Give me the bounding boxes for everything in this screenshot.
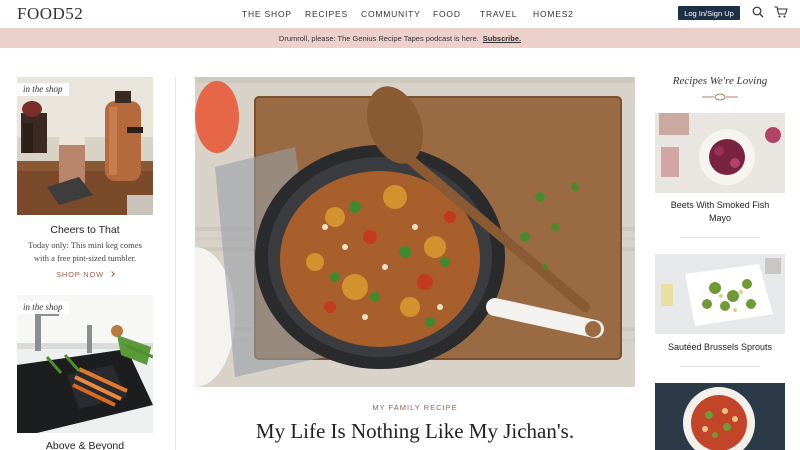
search-icon[interactable] xyxy=(752,6,764,18)
login-signup-button[interactable]: Log In/Sign Up xyxy=(678,6,740,20)
nav-food[interactable]: FOOD xyxy=(433,9,461,19)
column-divider xyxy=(175,77,176,450)
banner-text: Drumroll, please: The Genius Recipe Tape… xyxy=(278,33,479,43)
keg-photo xyxy=(17,77,153,215)
skillet-food-photo xyxy=(195,77,635,387)
recipe-thumbnail[interactable] xyxy=(655,113,785,193)
recipe-caption-line1[interactable]: Sautéed Brussels Sprouts xyxy=(655,341,785,354)
shop-card[interactable]: in the shop Above & Beyond xyxy=(17,295,153,450)
recipe-caption-line2[interactable]: Mayo xyxy=(655,212,785,225)
in-the-shop-tag: in the shop xyxy=(17,83,69,96)
shop-card-image[interactable]: in the shop xyxy=(17,295,153,433)
shop-card[interactable]: in the shop Cheers to That Today only: T… xyxy=(17,77,153,287)
card-description-line2: with a free pint-sized tumbler. xyxy=(33,253,137,263)
shop-card-image[interactable]: in the shop xyxy=(17,77,153,215)
chevron-right-icon xyxy=(109,271,115,277)
section-title: Recipes We're Loving xyxy=(672,75,768,87)
nav-travel[interactable]: TRAVEL xyxy=(480,9,517,19)
ornament-divider-icon xyxy=(702,93,738,101)
shop-now-label: SHOP NOW xyxy=(56,270,105,279)
site-header: FOOD52 THE SHOP RECIPES COMMUNITY FOOD T… xyxy=(0,0,800,28)
beets-photo xyxy=(655,113,785,193)
card-description-line1: Today only: This mini keg comes xyxy=(28,240,142,250)
card-title[interactable]: Above & Beyond xyxy=(17,440,153,450)
announcement-banner: Drumroll, please: The Genius Recipe Tape… xyxy=(0,28,800,48)
recipe-thumbnail[interactable] xyxy=(655,383,785,450)
article-headline[interactable]: My Life Is Nothing Like My Jichan's. xyxy=(195,419,635,444)
recipe-divider xyxy=(680,366,760,367)
soup-photo xyxy=(655,383,785,450)
nav-recipes[interactable]: RECIPES xyxy=(305,9,348,19)
card-title[interactable]: Cheers to That xyxy=(17,224,153,236)
recipe-thumbnail[interactable] xyxy=(655,254,785,334)
article-kicker[interactable]: MY FAMILY RECIPE xyxy=(195,403,635,412)
recipe-divider xyxy=(680,237,760,238)
cart-icon[interactable] xyxy=(774,6,788,18)
in-the-shop-tag: in the shop xyxy=(17,301,69,314)
nav-homes2[interactable]: HOMES2 xyxy=(533,9,574,19)
nav-community[interactable]: COMMUNITY xyxy=(361,9,421,19)
shop-now-link[interactable]: SHOP NOW xyxy=(17,270,153,279)
nav-the-shop[interactable]: THE SHOP xyxy=(242,9,292,19)
recipe-caption-line1[interactable]: Beets With Smoked Fish xyxy=(655,199,785,212)
brussels-sprouts-photo xyxy=(655,254,785,334)
kitchen-sink-photo xyxy=(17,295,153,433)
banner-subscribe-link[interactable]: Subscribe. xyxy=(483,34,521,43)
hero-image[interactable] xyxy=(195,77,635,387)
